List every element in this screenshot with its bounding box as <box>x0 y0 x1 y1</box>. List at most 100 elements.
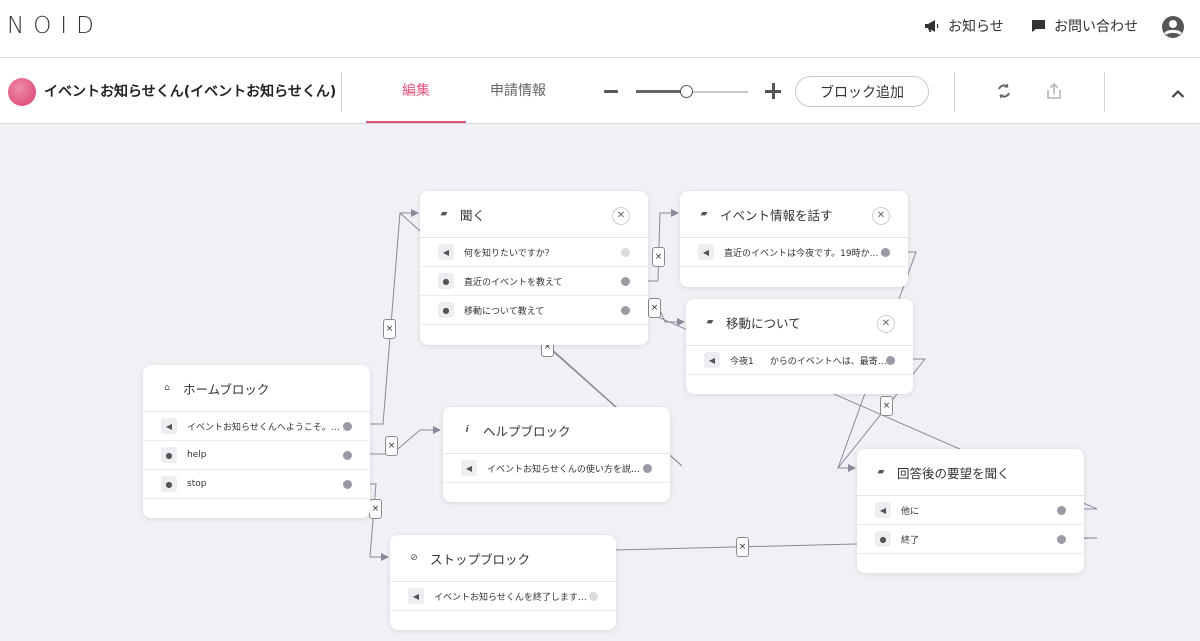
connector-delete-button[interactable]: × <box>369 499 382 519</box>
block-row[interactable]: ◀ イベントお知らせくんへようこそ。… <box>143 412 370 441</box>
block-row[interactable]: ◀ イベントお知らせくんの使い方を説… <box>443 454 670 483</box>
output-port[interactable] <box>343 451 352 460</box>
output-port[interactable] <box>343 480 352 489</box>
microphone-icon: ● <box>161 447 177 463</box>
connector-delete-button[interactable]: × <box>648 298 661 318</box>
close-icon[interactable]: ✕ <box>877 315 895 333</box>
divider <box>1104 72 1105 112</box>
project-toolbar: イベントお知らせくん(イベントお知らせくん) 編集 申請情報 ブロック追加 <box>0 58 1200 124</box>
zoom-in-button[interactable] <box>765 83 781 99</box>
block-row[interactable]: ● stop <box>143 470 370 499</box>
microphone-icon: ● <box>438 302 454 318</box>
row-text: 直近のイベントを教えて <box>464 277 563 288</box>
microphone-icon: ● <box>438 273 454 289</box>
project-avatar <box>8 78 36 106</box>
row-text: 直近のイベントは今夜です。19時か… <box>724 248 879 259</box>
close-icon[interactable]: ✕ <box>612 207 630 225</box>
block-row[interactable]: ◀ 直近のイベントは今夜です。19時か… <box>680 238 908 267</box>
block-move[interactable]: ▰ 移動について ✕ ◀ 今夜1 からのイベントへは、最寄… <box>686 299 913 394</box>
connector-delete-button[interactable]: × <box>652 247 665 267</box>
row-text: イベントお知らせくんへようこそ。… <box>187 422 340 433</box>
block-home[interactable]: ⌂ ホームブロック ◀ イベントお知らせくんへようこそ。… ● help ● stop <box>143 365 370 518</box>
zoom-slider-thumb[interactable] <box>679 85 693 98</box>
user-icon <box>1161 15 1185 39</box>
block-row[interactable]: ● help <box>143 441 370 470</box>
connector-delete-button[interactable]: × <box>385 436 398 456</box>
tab-apply-info[interactable]: 申請情報 <box>468 80 568 100</box>
block-row[interactable]: ● 終了 <box>857 525 1084 554</box>
block-row[interactable]: ● 直近のイベントを教えて <box>420 267 648 296</box>
speaker-icon: ◀ <box>461 460 477 476</box>
zoom-out-button[interactable] <box>604 90 618 93</box>
news-link[interactable]: お知らせ <box>924 16 1004 36</box>
output-port[interactable] <box>1057 535 1066 544</box>
row-text: 今夜1 <box>730 356 754 367</box>
output-port[interactable] <box>589 592 598 601</box>
row-text: stop <box>187 479 207 489</box>
block-title: ストップブロック <box>430 551 531 567</box>
block-title: 聞く <box>460 207 486 223</box>
megaphone-icon <box>924 19 940 33</box>
row-text: イベントお知らせくんを終了します… <box>434 592 587 603</box>
speaker-icon: ◀ <box>875 502 891 518</box>
close-icon[interactable]: ✕ <box>872 207 890 225</box>
speaker-icon: ◀ <box>408 588 424 604</box>
contact-link[interactable]: お問い合わせ <box>1031 16 1138 36</box>
block-title: ヘルプブロック <box>483 423 571 439</box>
output-port[interactable] <box>621 306 630 315</box>
row-text: イベントお知らせくんの使い方を説… <box>487 464 640 475</box>
output-port[interactable] <box>1057 506 1066 515</box>
output-port[interactable] <box>621 248 630 257</box>
contact-label: お問い合わせ <box>1054 19 1138 35</box>
block-row[interactable]: ◀ イベントお知らせくんを終了します… <box>390 582 616 611</box>
speaker-icon: ◀ <box>438 244 454 260</box>
row-text: 他に <box>901 506 920 517</box>
block-icon: ▰ <box>877 467 885 477</box>
microphone-icon: ● <box>875 531 891 547</box>
row-text: 移動について教えて <box>464 306 545 317</box>
block-title: 回答後の要望を聞く <box>897 465 1010 481</box>
block-row[interactable]: ◀ 何を知りたいですか？ <box>420 238 648 267</box>
block-title: ホームブロック <box>183 381 270 397</box>
connector-delete-button[interactable]: × <box>383 319 396 339</box>
stop-icon: ⊘ <box>410 553 418 563</box>
microphone-icon: ● <box>161 476 177 492</box>
block-stop[interactable]: ⊘ ストップブロック ◀ イベントお知らせくんを終了します… <box>390 535 616 630</box>
tab-edit[interactable]: 編集 <box>366 80 466 100</box>
block-row[interactable]: ◀ 今夜1 からのイベントへは、最寄… <box>686 346 913 375</box>
block-title: イベント情報を話す <box>720 207 833 223</box>
output-port[interactable] <box>881 248 890 257</box>
row-text: help <box>187 450 207 460</box>
add-block-button[interactable]: ブロック追加 <box>795 76 929 107</box>
output-port[interactable] <box>643 464 652 473</box>
block-icon: ▰ <box>440 209 448 219</box>
info-icon: i <box>465 425 469 435</box>
connector-delete-button[interactable]: × <box>880 396 893 416</box>
block-title: 移動について <box>726 315 801 331</box>
block-event-info[interactable]: ▰ イベント情報を話す ✕ ◀ 直近のイベントは今夜です。19時か… <box>680 191 908 287</box>
row-text: 終了 <box>901 535 920 546</box>
speaker-icon: ◀ <box>698 244 714 260</box>
user-menu[interactable] <box>1161 15 1185 39</box>
connector-delete-button[interactable]: × <box>736 537 749 557</box>
block-icon: ▰ <box>706 317 714 327</box>
zoom-slider-fill <box>636 90 687 93</box>
project-name: イベントお知らせくん(イベントお知らせくん) <box>44 84 337 100</box>
speaker-icon: ◀ <box>161 418 177 434</box>
output-port[interactable] <box>886 356 895 365</box>
block-row[interactable]: ◀ 他に <box>857 496 1084 525</box>
app-logo[interactable]: NOID <box>7 13 103 39</box>
row-text: 何を知りたいですか？ <box>464 248 554 259</box>
block-after-answer[interactable]: ▰ 回答後の要望を聞く ◀ 他に ● 終了 <box>857 449 1084 573</box>
speaker-icon: ◀ <box>704 352 720 368</box>
refresh-icon[interactable] <box>995 82 1013 104</box>
block-row[interactable]: ● 移動について教えて <box>420 296 648 325</box>
news-label: お知らせ <box>948 19 1004 35</box>
block-listen[interactable]: ▰ 聞く ✕ ◀ 何を知りたいですか？ ● 直近のイベントを教えて ● 移動について教えて <box>420 191 648 345</box>
output-port[interactable] <box>343 422 352 431</box>
output-port[interactable] <box>621 277 630 286</box>
export-icon[interactable] <box>1045 82 1063 104</box>
block-help[interactable]: i ヘルプブロック ◀ イベントお知らせくんの使い方を説… <box>443 407 670 502</box>
divider <box>954 72 955 112</box>
chevron-up-icon[interactable] <box>1171 84 1185 103</box>
